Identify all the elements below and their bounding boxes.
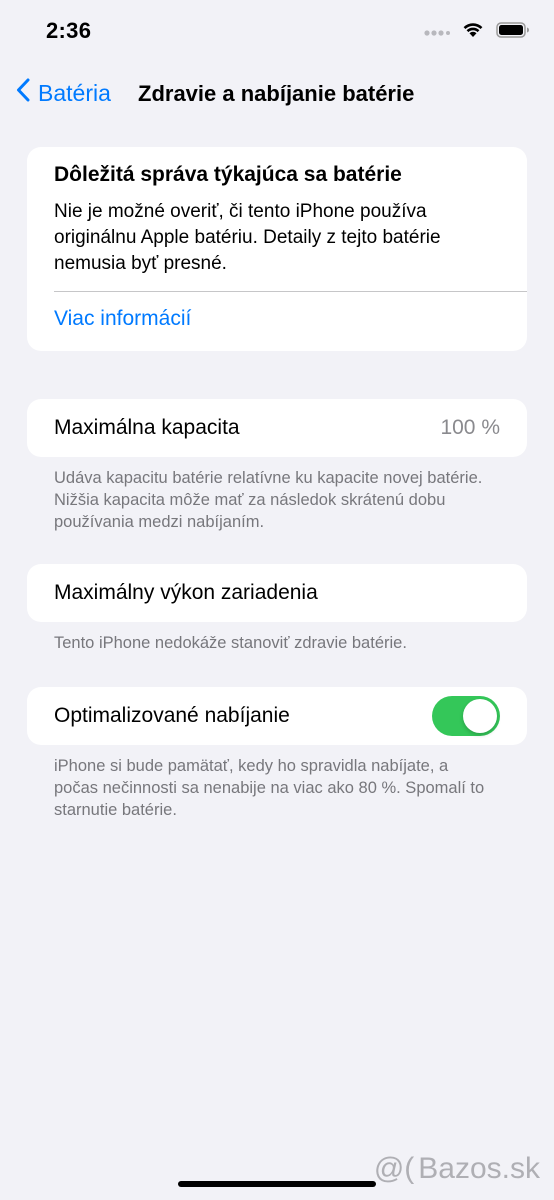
- back-button[interactable]: Batéria: [16, 78, 111, 108]
- peak-performance-label: Maximálny výkon zariadenia: [54, 581, 318, 604]
- important-message-card: Dôležitá správa týkajúca sa batérie Nie …: [27, 147, 527, 351]
- max-capacity-footnote: Udáva kapacitu batérie relatívne ku kapa…: [54, 469, 483, 531]
- watermark-text: Bazos.sk: [418, 1152, 540, 1185]
- important-message-body: Nie je možné overiť, či tento iPhone pou…: [54, 201, 441, 274]
- battery-icon: [496, 22, 530, 43]
- divider: [54, 291, 527, 292]
- optimized-charging-label: Optimalizované nabíjanie: [54, 704, 290, 727]
- home-indicator[interactable]: [178, 1181, 376, 1187]
- page-title: Zdravie a nabíjanie batérie: [138, 81, 415, 106]
- max-capacity-label: Maximálna kapacita: [54, 416, 240, 439]
- watermark: @( Bazos.sk: [374, 1152, 540, 1186]
- at-sign-logo-icon: @(: [373, 1152, 415, 1185]
- peak-performance-row: Maximálny výkon zariadenia: [27, 564, 527, 622]
- toggle-knob: [463, 699, 497, 733]
- chevron-left-icon: [16, 78, 30, 108]
- back-button-label: Batéria: [38, 79, 111, 106]
- signal-dots-icon: [424, 24, 450, 42]
- wifi-icon: [462, 22, 484, 43]
- status-icons: [424, 22, 530, 43]
- navigation-bar: Batéria Zdravie a nabíjanie batérie: [0, 72, 554, 116]
- optimized-charging-row: Optimalizované nabíjanie: [27, 687, 527, 745]
- status-time: 2:36: [46, 18, 92, 43]
- status-bar: 2:36: [0, 0, 554, 66]
- optimized-charging-footnote: iPhone si bude pamätať, kedy ho spravidl…: [54, 757, 485, 819]
- more-info-link[interactable]: Viac informácií: [54, 307, 191, 331]
- important-message-title: Dôležitá správa týkajúca sa batérie: [54, 163, 402, 186]
- max-capacity-value: 100 %: [440, 416, 500, 439]
- peak-performance-footnote: Tento iPhone nedokáže stanoviť zdravie b…: [54, 634, 407, 652]
- optimized-charging-toggle[interactable]: [432, 696, 500, 736]
- max-capacity-row: Maximálna kapacita 100 %: [27, 399, 527, 457]
